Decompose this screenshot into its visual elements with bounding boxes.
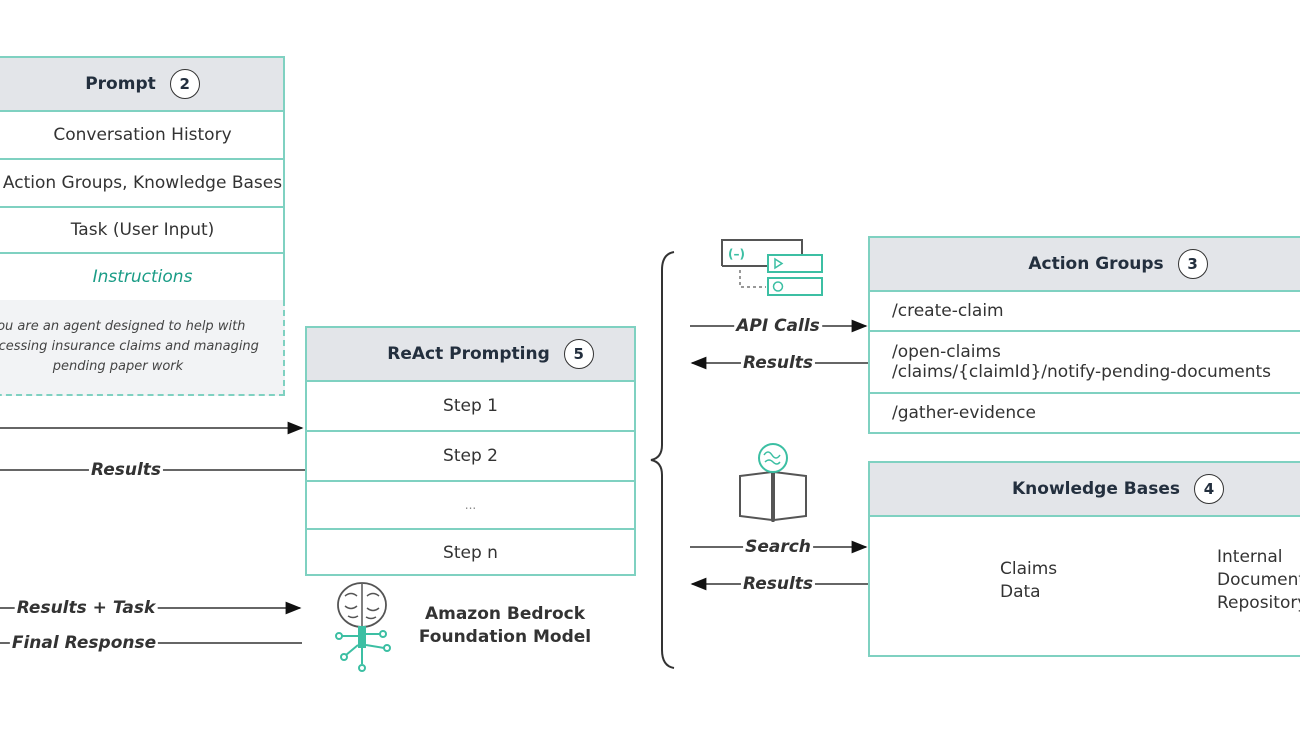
prompt-header: Prompt 2 [0, 58, 283, 112]
prompt-row-action-groups-kb: Action Groups, Knowledge Bases [0, 160, 283, 208]
kb-results-label: Results [740, 574, 816, 594]
react-prompting-box: ReAct Prompting 5 Step 1 Step 2 ... Step… [305, 326, 636, 576]
search-label: Search [743, 537, 813, 557]
react-step-n: Step n [443, 543, 498, 563]
foundation-model-line1: Amazon Bedrock [424, 604, 586, 624]
react-step-ellipsis: ... [307, 482, 634, 530]
prompt-badge: 2 [169, 69, 200, 99]
react-title: ReAct Prompting [387, 344, 550, 364]
svg-text:(–): (–) [728, 247, 745, 261]
foundation-model-brain-icon [335, 582, 391, 672]
results-task-label: Results + Task [14, 598, 158, 618]
action-open-claims-group: /open-claims /claims/{claimId}/notify-pe… [870, 332, 1300, 394]
action-groups-box: Action Groups 3 /create-claim /open-clai… [868, 236, 1300, 434]
action-gather-evidence: /gather-evidence [892, 403, 1036, 423]
instructions-text: You are an agent designed to help with p… [0, 319, 259, 374]
prompt-title: Prompt [85, 74, 156, 94]
action-notify-pending-documents: /claims/{claimId}/notify-pending-documen… [892, 362, 1272, 382]
internal-docs-label: Internal Document Repository [1217, 546, 1300, 615]
react-step-2: Step 2 [307, 432, 634, 482]
curly-brace [650, 251, 675, 669]
action-groups-title: Action Groups [1028, 254, 1164, 274]
knowledge-book-icon [739, 443, 807, 522]
action-create-claim: /create-claim [870, 292, 1300, 332]
foundation-model-line2: Foundation Model [418, 627, 592, 647]
prompt-row-task: Task (User Input) [0, 208, 283, 254]
react-badge: 5 [563, 339, 594, 369]
final-response-label: Final Response [9, 633, 159, 653]
instructions-text-box: You are an agent designed to help with p… [0, 300, 285, 396]
api-calls-label: API Calls [734, 316, 822, 336]
action-groups-header: Action Groups 3 [870, 238, 1300, 292]
knowledge-bases-title: Knowledge Bases [1012, 479, 1180, 499]
api-icon: (–) [721, 239, 823, 296]
claims-data-label: Claims Data [1000, 558, 1057, 604]
react-step-1: Step 1 [307, 382, 634, 432]
results-label: Results [88, 460, 164, 480]
claims-data-line1: Claims [1000, 559, 1058, 579]
action-groups-badge: 3 [1177, 249, 1208, 279]
foundation-model-label: Amazon Bedrock Foundation Model [405, 603, 605, 649]
internal-docs-line3: Repository [1217, 593, 1300, 613]
react-header: ReAct Prompting 5 [307, 328, 634, 382]
knowledge-bases-badge: 4 [1194, 474, 1224, 504]
knowledge-bases-header: Knowledge Bases 4 [870, 463, 1300, 517]
api-results-label: Results [740, 353, 816, 373]
claims-data-line2: Data [1000, 582, 1041, 602]
internal-docs-line2: Document [1217, 570, 1300, 590]
internal-docs-line1: Internal [1217, 547, 1283, 567]
prompt-row-conversation-history: Conversation History [0, 112, 283, 160]
action-open-claims: /open-claims [892, 342, 1001, 362]
prompt-row-instructions: Instructions [92, 267, 193, 287]
prompt-box: Prompt 2 Conversation History Action Gro… [0, 56, 285, 302]
